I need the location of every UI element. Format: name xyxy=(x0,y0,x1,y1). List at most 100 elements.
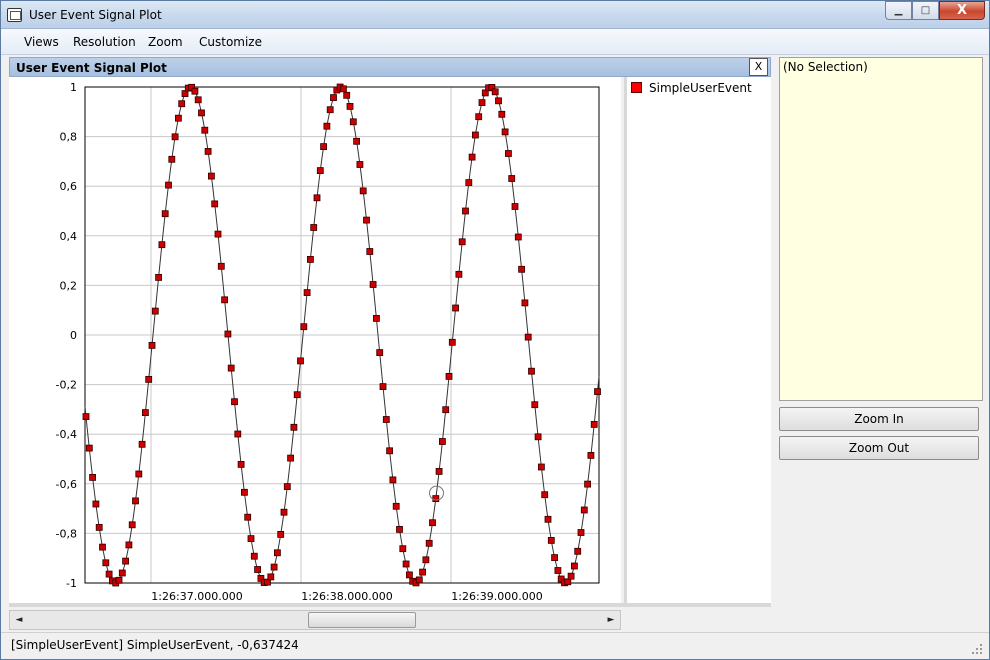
data-point xyxy=(92,500,100,508)
main-window: User Event Signal Plot ▁ □ X Views Resol… xyxy=(0,0,990,660)
data-point xyxy=(194,96,202,104)
menu-zoom[interactable]: Zoom xyxy=(148,35,183,49)
menu-views[interactable]: Views xyxy=(24,35,59,49)
legend-panel: SimpleUserEvent xyxy=(624,77,771,603)
data-point xyxy=(128,521,136,529)
y-tick-label: 1 xyxy=(70,81,77,94)
data-point xyxy=(300,323,308,331)
data-point xyxy=(287,454,295,462)
data-point xyxy=(135,470,143,478)
zoom-out-button[interactable]: Zoom Out xyxy=(779,436,979,460)
data-point xyxy=(174,114,182,122)
data-point xyxy=(544,515,552,523)
close-button[interactable]: X xyxy=(939,1,985,20)
data-point xyxy=(455,270,463,278)
data-point xyxy=(399,545,407,553)
data-point xyxy=(498,110,506,118)
title-bar[interactable]: User Event Signal Plot ▁ □ X xyxy=(1,1,989,29)
data-point xyxy=(448,338,456,346)
data-point xyxy=(313,194,321,202)
data-point xyxy=(323,122,331,130)
data-point xyxy=(330,94,337,102)
y-tick-label: 0 xyxy=(70,329,77,342)
data-point xyxy=(171,133,179,141)
data-point xyxy=(339,85,347,93)
menu-resolution[interactable]: Resolution xyxy=(73,35,136,49)
data-point xyxy=(303,289,311,297)
plot-area[interactable]: 1 0,8 0,6 0,4 0,2 0 -0,2 -0,4 -0,6 -0,8 -1 1:26:37.… xyxy=(9,77,621,603)
menu-customize[interactable]: Customize xyxy=(199,35,262,49)
data-point xyxy=(392,502,400,510)
data-point xyxy=(465,179,473,186)
resize-grip-icon[interactable] xyxy=(971,643,983,655)
data-point xyxy=(554,567,562,574)
data-point xyxy=(237,460,245,468)
data-point xyxy=(178,100,186,108)
data-point xyxy=(234,430,242,438)
data-point xyxy=(132,497,139,505)
data-point xyxy=(396,525,403,533)
y-tick-label: -0,4 xyxy=(56,428,77,441)
data-point xyxy=(191,87,199,95)
data-point xyxy=(504,150,512,157)
x-tick-label: 1:26:39.000.000 xyxy=(451,590,542,603)
data-point xyxy=(511,203,519,210)
data-point xyxy=(145,375,153,383)
data-point xyxy=(402,560,410,568)
signal-chart[interactable]: 1 0,8 0,6 0,4 0,2 0 -0,2 -0,4 -0,6 -0,8 -1 1:26:37.… xyxy=(9,77,621,603)
panel-close-button[interactable]: X xyxy=(749,58,768,76)
data-point xyxy=(247,535,255,543)
data-point xyxy=(231,398,238,406)
data-point xyxy=(99,543,106,551)
data-point xyxy=(254,566,262,573)
data-point xyxy=(501,128,509,136)
menu-bar: Views Resolution Zoom Customize xyxy=(1,29,989,55)
data-point xyxy=(534,433,542,441)
y-tick-label: -0,8 xyxy=(56,527,77,540)
data-point xyxy=(277,530,285,538)
data-point xyxy=(270,563,278,571)
data-point xyxy=(165,181,172,189)
x-tick-label: 1:26:37.000.000 xyxy=(151,590,242,603)
y-tick-label: -0,2 xyxy=(56,379,77,392)
data-point xyxy=(478,99,486,107)
data-point xyxy=(531,401,539,409)
panel-splitter[interactable] xyxy=(9,603,771,607)
zoom-in-button[interactable]: Zoom In xyxy=(779,407,979,431)
minimize-button[interactable]: ▁ xyxy=(885,1,912,20)
data-point xyxy=(138,440,146,448)
data-point xyxy=(432,495,440,503)
data-point xyxy=(386,447,394,455)
data-point xyxy=(547,536,555,544)
window-title: User Event Signal Plot xyxy=(29,8,162,22)
data-point xyxy=(458,238,466,246)
data-point xyxy=(571,562,578,570)
data-point xyxy=(240,488,248,496)
y-tick-label: -0,6 xyxy=(56,478,77,491)
data-point xyxy=(415,576,423,584)
y-tick-label: 0,8 xyxy=(60,131,78,144)
maximize-button[interactable]: □ xyxy=(912,1,939,20)
scroll-thumb[interactable] xyxy=(308,612,416,628)
scroll-right-arrow-icon[interactable]: ► xyxy=(603,612,619,628)
data-point xyxy=(425,539,433,547)
data-point xyxy=(445,372,453,380)
data-point xyxy=(207,172,215,180)
data-point xyxy=(435,467,443,475)
data-point xyxy=(89,473,96,481)
data-point xyxy=(122,557,129,565)
selection-info-panel: (No Selection) xyxy=(779,57,983,401)
data-point xyxy=(105,570,113,578)
horizontal-scrollbar[interactable]: ◄ ► xyxy=(9,610,621,630)
data-point xyxy=(363,216,370,224)
selection-info-text: (No Selection) xyxy=(783,60,868,74)
scroll-left-arrow-icon[interactable]: ◄ xyxy=(11,612,27,628)
data-point xyxy=(148,341,156,349)
data-point xyxy=(376,349,384,357)
legend-label[interactable]: SimpleUserEvent xyxy=(649,81,752,95)
data-point xyxy=(514,233,522,241)
data-point xyxy=(528,367,535,375)
data-point xyxy=(564,578,572,586)
data-point xyxy=(518,265,526,273)
data-point xyxy=(452,304,460,312)
